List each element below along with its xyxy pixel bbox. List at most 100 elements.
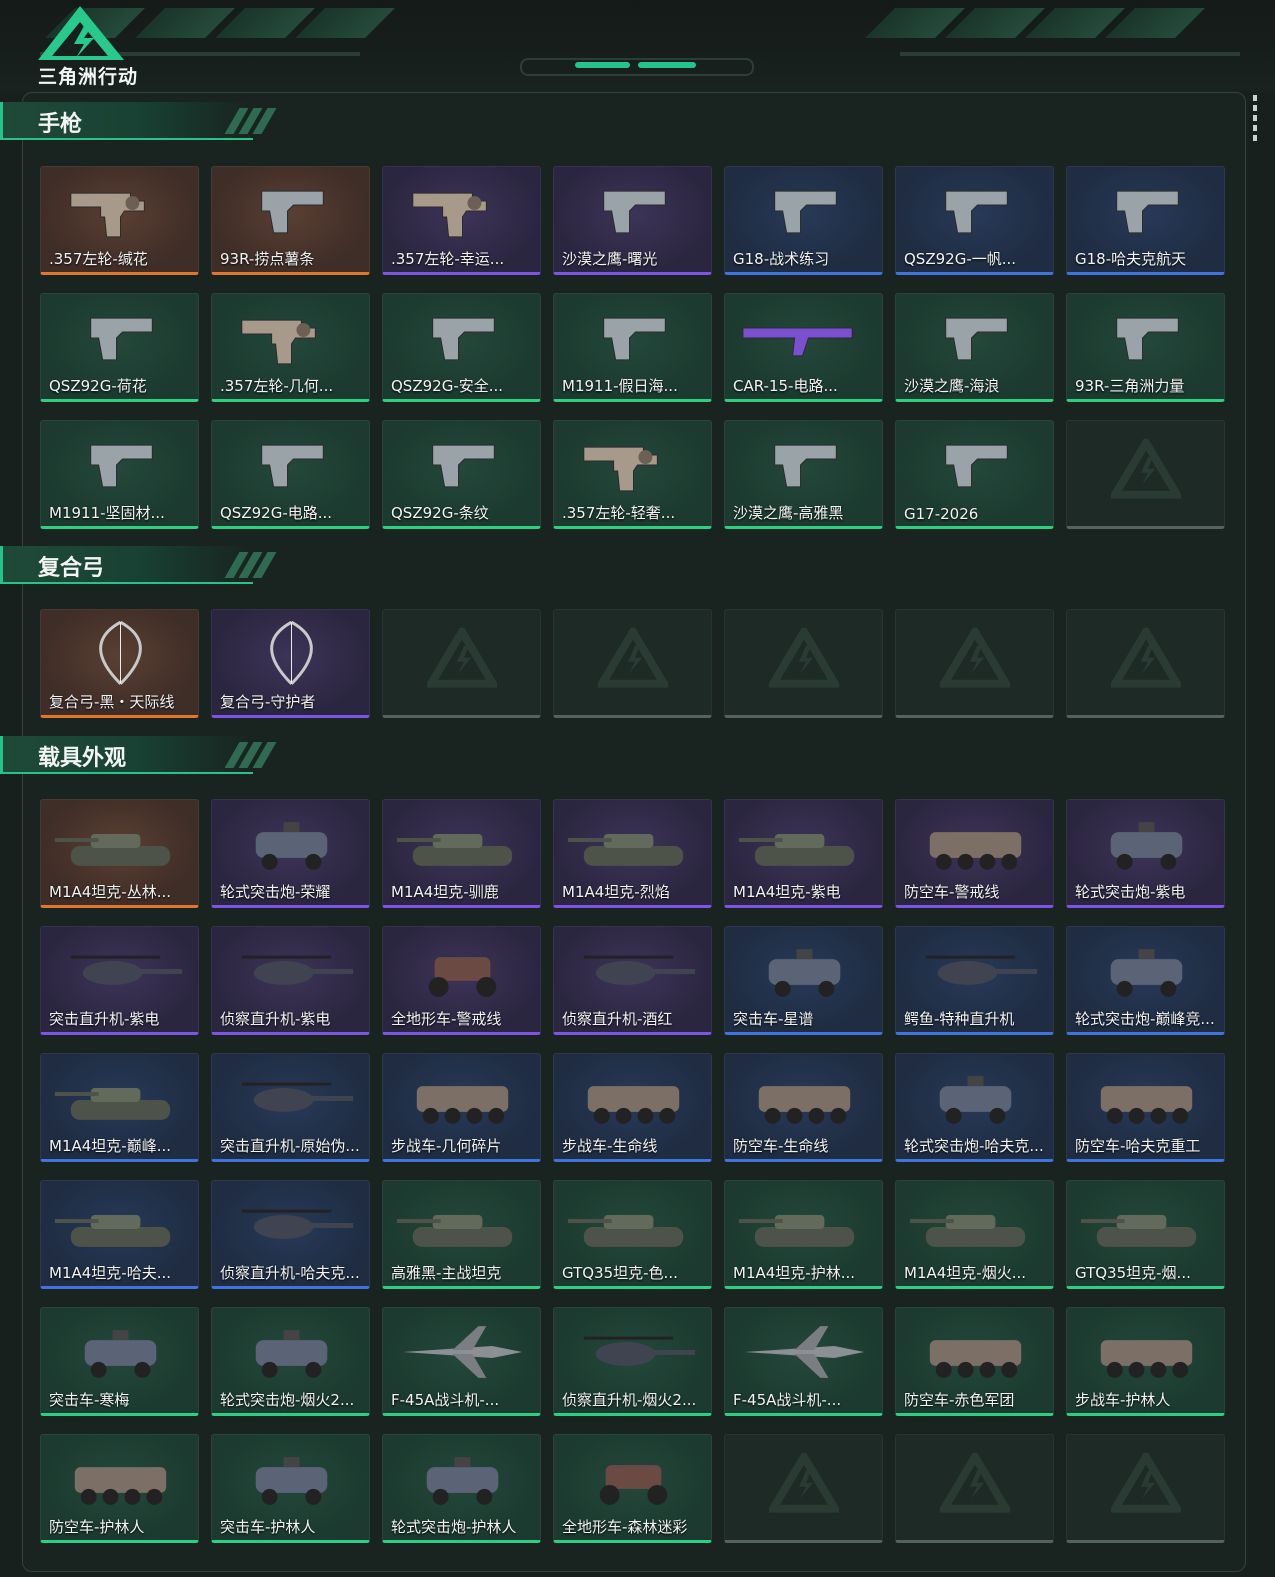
item-label: 93R-捞点薯条 [220,250,315,268]
item-card[interactable]: M1A4坦克-巅峰... [40,1053,199,1162]
item-card[interactable]: 防空车-哈夫克重工 [1066,1053,1225,1162]
empty-slot [895,1434,1054,1543]
item-card[interactable]: 防空车-生命线 [724,1053,883,1162]
item-label: M1911-坚固材... [49,504,165,522]
item-label: G17-2026 [904,505,979,523]
item-card[interactable]: 步战车-生命线 [553,1053,712,1162]
item-card[interactable]: G17-2026 [895,420,1054,529]
item-card[interactable]: F-45A战斗机-... [724,1307,883,1416]
item-card[interactable]: G18-战术练习 [724,166,883,275]
item-label: 全地形车-警戒线 [391,1010,502,1028]
car-icon [426,1457,499,1505]
item-label: CAR-15-电路... [733,377,838,395]
item-card[interactable]: 93R-三角洲力量 [1066,293,1225,402]
item-card[interactable]: 沙漠之鹰-海浪 [895,293,1054,402]
item-card[interactable]: M1A4坦克-丛林... [40,799,199,908]
helicopter-icon [241,1082,354,1112]
item-card[interactable]: M1A4坦克-驯鹿 [382,799,541,908]
item-card[interactable]: F-45A战斗机-... [382,1307,541,1416]
item-card[interactable]: M1911-假日海... [553,293,712,402]
item-card[interactable]: GTQ35坦克-色... [553,1180,712,1289]
pistol-icon [261,444,324,488]
item-card[interactable]: 全地形车-警戒线 [382,926,541,1035]
item-card[interactable]: 轮式突击炮-烟火2... [211,1307,370,1416]
item-label: G18-战术练习 [733,250,830,268]
item-card[interactable]: 步战车-几何碎片 [382,1053,541,1162]
item-card[interactable]: QSZ92G-条纹 [382,420,541,529]
revolver-icon [583,446,658,492]
item-card[interactable]: 突击车-星谱 [724,926,883,1035]
item-label: .357左轮-轻奢... [562,504,676,522]
item-card[interactable]: 步战车-护林人 [1066,1307,1225,1416]
section-header-bows: 复合弓 [0,546,280,586]
item-card[interactable]: 鳄鱼-特种直升机 [895,926,1054,1035]
item-card[interactable]: CAR-15-电路... [724,293,883,402]
item-label: M1A4坦克-巅峰... [49,1137,172,1155]
car-icon [939,1076,1012,1124]
item-card[interactable]: QSZ92G-安全... [382,293,541,402]
logo-text: 三角洲行动 [38,66,139,88]
item-label: M1A4坦克-护林... [733,1264,856,1282]
item-card[interactable]: 侦察直升机-哈夫克... [211,1180,370,1289]
item-label: GTQ35坦克-烟... [1075,1264,1191,1282]
item-card[interactable]: .357左轮-几何... [211,293,370,402]
jet-icon [402,1326,523,1378]
item-card[interactable]: 轮式突击炮-荣耀 [211,799,370,908]
item-card[interactable]: M1911-坚固材... [40,420,199,529]
item-card[interactable]: 突击车-护林人 [211,1434,370,1543]
item-label: 防空车-哈夫克重工 [1075,1137,1201,1155]
item-card[interactable]: M1A4坦克-烈焰 [553,799,712,908]
item-card[interactable]: 沙漠之鹰-高雅黑 [724,420,883,529]
delta-watermark-icon [936,623,1013,691]
item-card[interactable]: QSZ92G-一帆... [895,166,1054,275]
item-card[interactable]: .357左轮-轻奢... [553,420,712,529]
item-label: M1A4坦克-驯鹿 [391,883,499,901]
item-card[interactable]: QSZ92G-电路... [211,420,370,529]
section-header-vehicles: 载具外观 [0,736,280,776]
banner-rail [900,52,1240,56]
item-card[interactable]: 侦察直升机-烟火2... [553,1307,712,1416]
item-card[interactable]: 突击直升机-原始伪... [211,1053,370,1162]
item-card[interactable]: 复合弓-黑・天际线 [40,609,199,718]
item-label: 复合弓-守护者 [220,693,316,711]
item-label: 侦察直升机-酒红 [562,1010,673,1028]
item-card[interactable]: 防空车-警戒线 [895,799,1054,908]
item-card[interactable]: 防空车-赤色军团 [895,1307,1054,1416]
item-card[interactable]: 侦察直升机-紫电 [211,926,370,1035]
car-icon [768,949,841,997]
apc-icon [758,1086,851,1124]
item-card[interactable]: M1A4坦克-烟火... [895,1180,1054,1289]
delta-watermark-icon [1107,434,1184,502]
item-card[interactable]: 轮式突击炮-巅峰竞... [1066,926,1225,1035]
item-card[interactable]: 轮式突击炮-紫电 [1066,799,1225,908]
item-card[interactable]: 复合弓-守护者 [211,609,370,718]
item-card[interactable]: QSZ92G-荷花 [40,293,199,402]
item-card[interactable]: M1A4坦克-护林... [724,1180,883,1289]
tank-icon [396,1215,513,1247]
item-card[interactable]: 突击直升机-紫电 [40,926,199,1035]
scroll-indicator[interactable] [1253,95,1257,145]
car-icon [255,822,328,870]
pistol-icon [261,190,324,234]
item-card[interactable]: 全地形车-森林迷彩 [553,1434,712,1543]
item-card[interactable]: G18-哈夫克航天 [1066,166,1225,275]
empty-slot [1066,420,1225,529]
item-card[interactable]: M1A4坦克-紫电 [724,799,883,908]
item-card[interactable]: M1A4坦克-哈夫... [40,1180,199,1289]
item-card[interactable]: 轮式突击炮-哈夫克... [895,1053,1054,1162]
item-card[interactable]: 防空车-护林人 [40,1434,199,1543]
item-card[interactable]: 侦察直升机-酒红 [553,926,712,1035]
item-card[interactable]: GTQ35坦克-烟... [1066,1180,1225,1289]
item-label: 侦察直升机-哈夫克... [220,1264,360,1282]
item-card[interactable]: .357左轮-幸运... [382,166,541,275]
item-card[interactable]: 突击车-寒梅 [40,1307,199,1416]
apc-icon [1100,1340,1193,1378]
item-card[interactable]: 沙漠之鹰-曙光 [553,166,712,275]
item-card[interactable]: 93R-捞点薯条 [211,166,370,275]
helicopter-icon [70,955,183,985]
bow-icon [99,620,142,685]
item-card[interactable]: .357左轮-缄花 [40,166,199,275]
pistol-icon [774,190,837,234]
item-card[interactable]: 轮式突击炮-护林人 [382,1434,541,1543]
item-card[interactable]: 高雅黑-主战坦克 [382,1180,541,1289]
